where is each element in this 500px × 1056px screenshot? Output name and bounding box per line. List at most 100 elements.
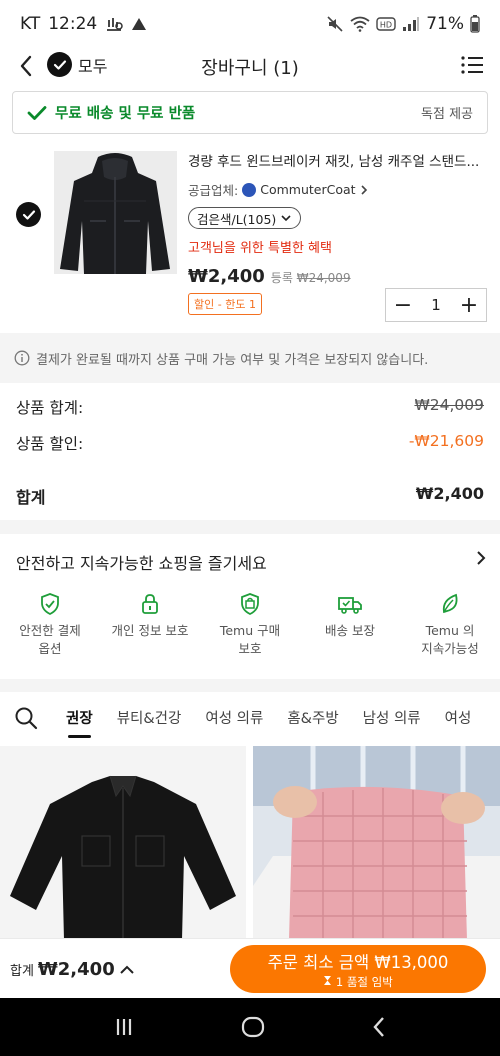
checkout-main-text: 주문 최소 금액 ₩13,000 [267, 953, 449, 972]
category-tabs: 권장 뷰티&건강 여성 의류 홈&주방 남성 의류 여성 [66, 692, 471, 742]
safe-item-label-line1: 개인 정보 보호 [111, 623, 189, 638]
total-value: ₩2,400 [415, 484, 484, 503]
recommendation-grid [0, 746, 500, 940]
hd-voice-icon: HD [376, 17, 396, 31]
section-divider [0, 679, 500, 692]
safe-item-delivery[interactable]: 배송 보장 [300, 592, 400, 658]
safe-shopping-items: 안전한 결제 옵션 개인 정보 보호 Temu 구매 보호 배송 보장 Temu… [0, 592, 500, 658]
special-offer-text: 고객님을 위한 특별한 혜택 [188, 241, 332, 256]
safe-item-label-line1: Temu 의 [425, 623, 475, 638]
leaf-icon [442, 593, 458, 614]
subtotal-row: 상품 합계: ₩24,009 [16, 396, 484, 418]
cart-item: 경량 후드 윈드브레이커 재킷, 남성 캐주얼 스탠드... 공급업체: Com… [0, 140, 500, 330]
safe-item-label-line1: 배송 보장 [325, 623, 375, 638]
product-title[interactable]: 경량 후드 윈드브레이커 재킷, 남성 캐주얼 스탠드... [188, 150, 484, 170]
safe-item-privacy[interactable]: 개인 정보 보호 [100, 592, 200, 658]
safe-item-label-line1: Temu 구매 [219, 623, 281, 638]
availability-notice: 결제가 완료될 때까지 상품 구매 가능 여부 및 가격은 보장되지 않습니다. [0, 333, 500, 383]
product-price: ₩2,400 [188, 266, 265, 287]
recommended-product-card[interactable] [253, 746, 500, 940]
subtotal-label: 상품 합계: [16, 399, 84, 417]
safe-shopping-title: 안전하고 지속가능한 쇼핑을 즐기세요 [16, 554, 267, 573]
seller-row[interactable]: 공급업체: CommuterCoat [188, 180, 488, 199]
safe-shopping-section[interactable]: 안전하고 지속가능한 쇼핑을 즐기세요 안전한 결제 옵션 개인 정보 보호 T… [0, 534, 500, 679]
check-icon [22, 209, 35, 220]
back-nav-icon[interactable] [372, 1016, 386, 1038]
item-select-checkbox[interactable] [16, 202, 41, 227]
truck-check-icon [338, 597, 362, 614]
svg-text:HD: HD [380, 21, 392, 30]
discount-value: -₩21,609 [408, 432, 484, 450]
system-nav-bar [0, 998, 500, 1056]
tab-beauty-health[interactable]: 뷰티&건강 [117, 707, 182, 728]
original-price-label: 등록 [270, 271, 293, 285]
bottom-total-value: ₩2,400 [37, 959, 115, 980]
checkout-button[interactable]: 주문 최소 금액 ₩13,000 1 품절 임박 [230, 945, 486, 993]
variant-selector[interactable]: 검은색/L(105) [188, 207, 302, 229]
signal-icon [403, 17, 420, 31]
page-title: 장바구니 (1) [201, 58, 299, 79]
notice-text: 결제가 완료될 때까지 상품 구매 가능 여부 및 가격은 보장되지 않습니다. [36, 352, 429, 368]
chevron-right-icon [477, 551, 486, 565]
recent-apps-icon[interactable] [114, 1017, 134, 1037]
checkout-sub-row: 1 품절 임박 [230, 974, 486, 990]
safe-item-payment[interactable]: 안전한 결제 옵션 [0, 592, 100, 658]
home-icon[interactable] [241, 1016, 265, 1038]
tab-mens-clothing[interactable]: 남성 의류 [363, 707, 421, 728]
quantity-value[interactable]: 1 [420, 296, 452, 314]
battery-percent: 71% [426, 14, 464, 34]
safe-item-label-line2: 옵션 [38, 641, 62, 657]
tab-home-kitchen[interactable]: 홈&주방 [287, 707, 338, 728]
safe-item-purchase-protection[interactable]: Temu 구매 보호 [200, 592, 300, 658]
increase-quantity-button[interactable]: + [452, 289, 486, 321]
bag-shield-icon [241, 593, 259, 616]
checkout-sub-text: 1 품절 임박 [335, 975, 393, 989]
recommended-product-card[interactable] [0, 746, 246, 940]
tab-womens-clothing[interactable]: 여성 의류 [205, 707, 263, 728]
safe-item-sustainability[interactable]: Temu 의 지속가능성 [400, 592, 500, 658]
discount-limit-badge: 할인 - 한도 1 [188, 293, 262, 315]
category-search-button[interactable] [14, 706, 38, 734]
original-price: 등록 ₩24,009 [271, 269, 351, 286]
status-bar: KT 12:24 HD 71% [0, 0, 500, 48]
bottom-total-toggle[interactable]: 합계 ₩2,400 [10, 959, 135, 980]
free-shipping-text: 무료 배송 및 무료 반품 [55, 106, 196, 122]
safe-item-label-line2: 보호 [238, 641, 262, 657]
carrier-label: KT [20, 14, 41, 34]
category-tab-bar: 권장 뷰티&건강 여성 의류 홈&주방 남성 의류 여성 [0, 692, 500, 742]
battery-icon [470, 15, 480, 33]
data-saver-icon [107, 18, 123, 31]
safe-item-label-line1: 안전한 결제 [19, 623, 81, 638]
hourglass-icon [324, 976, 332, 985]
exclusive-badge: 독점 제공 [421, 107, 473, 122]
subtotal-value: ₩24,009 [414, 396, 484, 414]
seller-label: 공급업체: [188, 183, 239, 198]
product-image[interactable] [54, 151, 177, 274]
chevron-down-icon [281, 215, 291, 222]
shield-check-icon [41, 593, 59, 616]
lock-icon [142, 594, 158, 614]
tab-recommended[interactable]: 권장 [66, 707, 93, 738]
seller-name: CommuterCoat [260, 182, 356, 197]
discount-row: 상품 할인: -₩21,609 [16, 432, 484, 454]
bottom-total-label: 합계 [10, 964, 34, 979]
seller-logo-icon [242, 182, 257, 197]
quantity-stepper: − 1 + [385, 288, 487, 322]
product-thumbnail [0, 746, 246, 940]
original-price-value: ₩24,009 [296, 271, 351, 285]
total-label: 합계 [16, 488, 46, 507]
safe-item-label-line2: 지속가능성 [421, 641, 479, 657]
free-shipping-banner: 무료 배송 및 무료 반품 독점 제공 [12, 91, 488, 134]
search-icon [15, 707, 38, 730]
clock: 12:24 [48, 14, 98, 34]
chevron-right-icon [360, 184, 367, 195]
info-icon [14, 350, 30, 366]
cart-header: 모두 장바구니 (1) [0, 48, 500, 84]
variant-value: 검은색/L(105) [197, 211, 277, 227]
list-menu-button[interactable] [460, 54, 484, 78]
price-row: ₩2,400 등록 ₩24,009 [188, 266, 488, 287]
tab-womens[interactable]: 여성 [445, 707, 472, 728]
wifi-icon [350, 16, 370, 32]
decrease-quantity-button[interactable]: − [386, 289, 420, 321]
total-row: 합계 ₩2,400 [16, 484, 484, 508]
